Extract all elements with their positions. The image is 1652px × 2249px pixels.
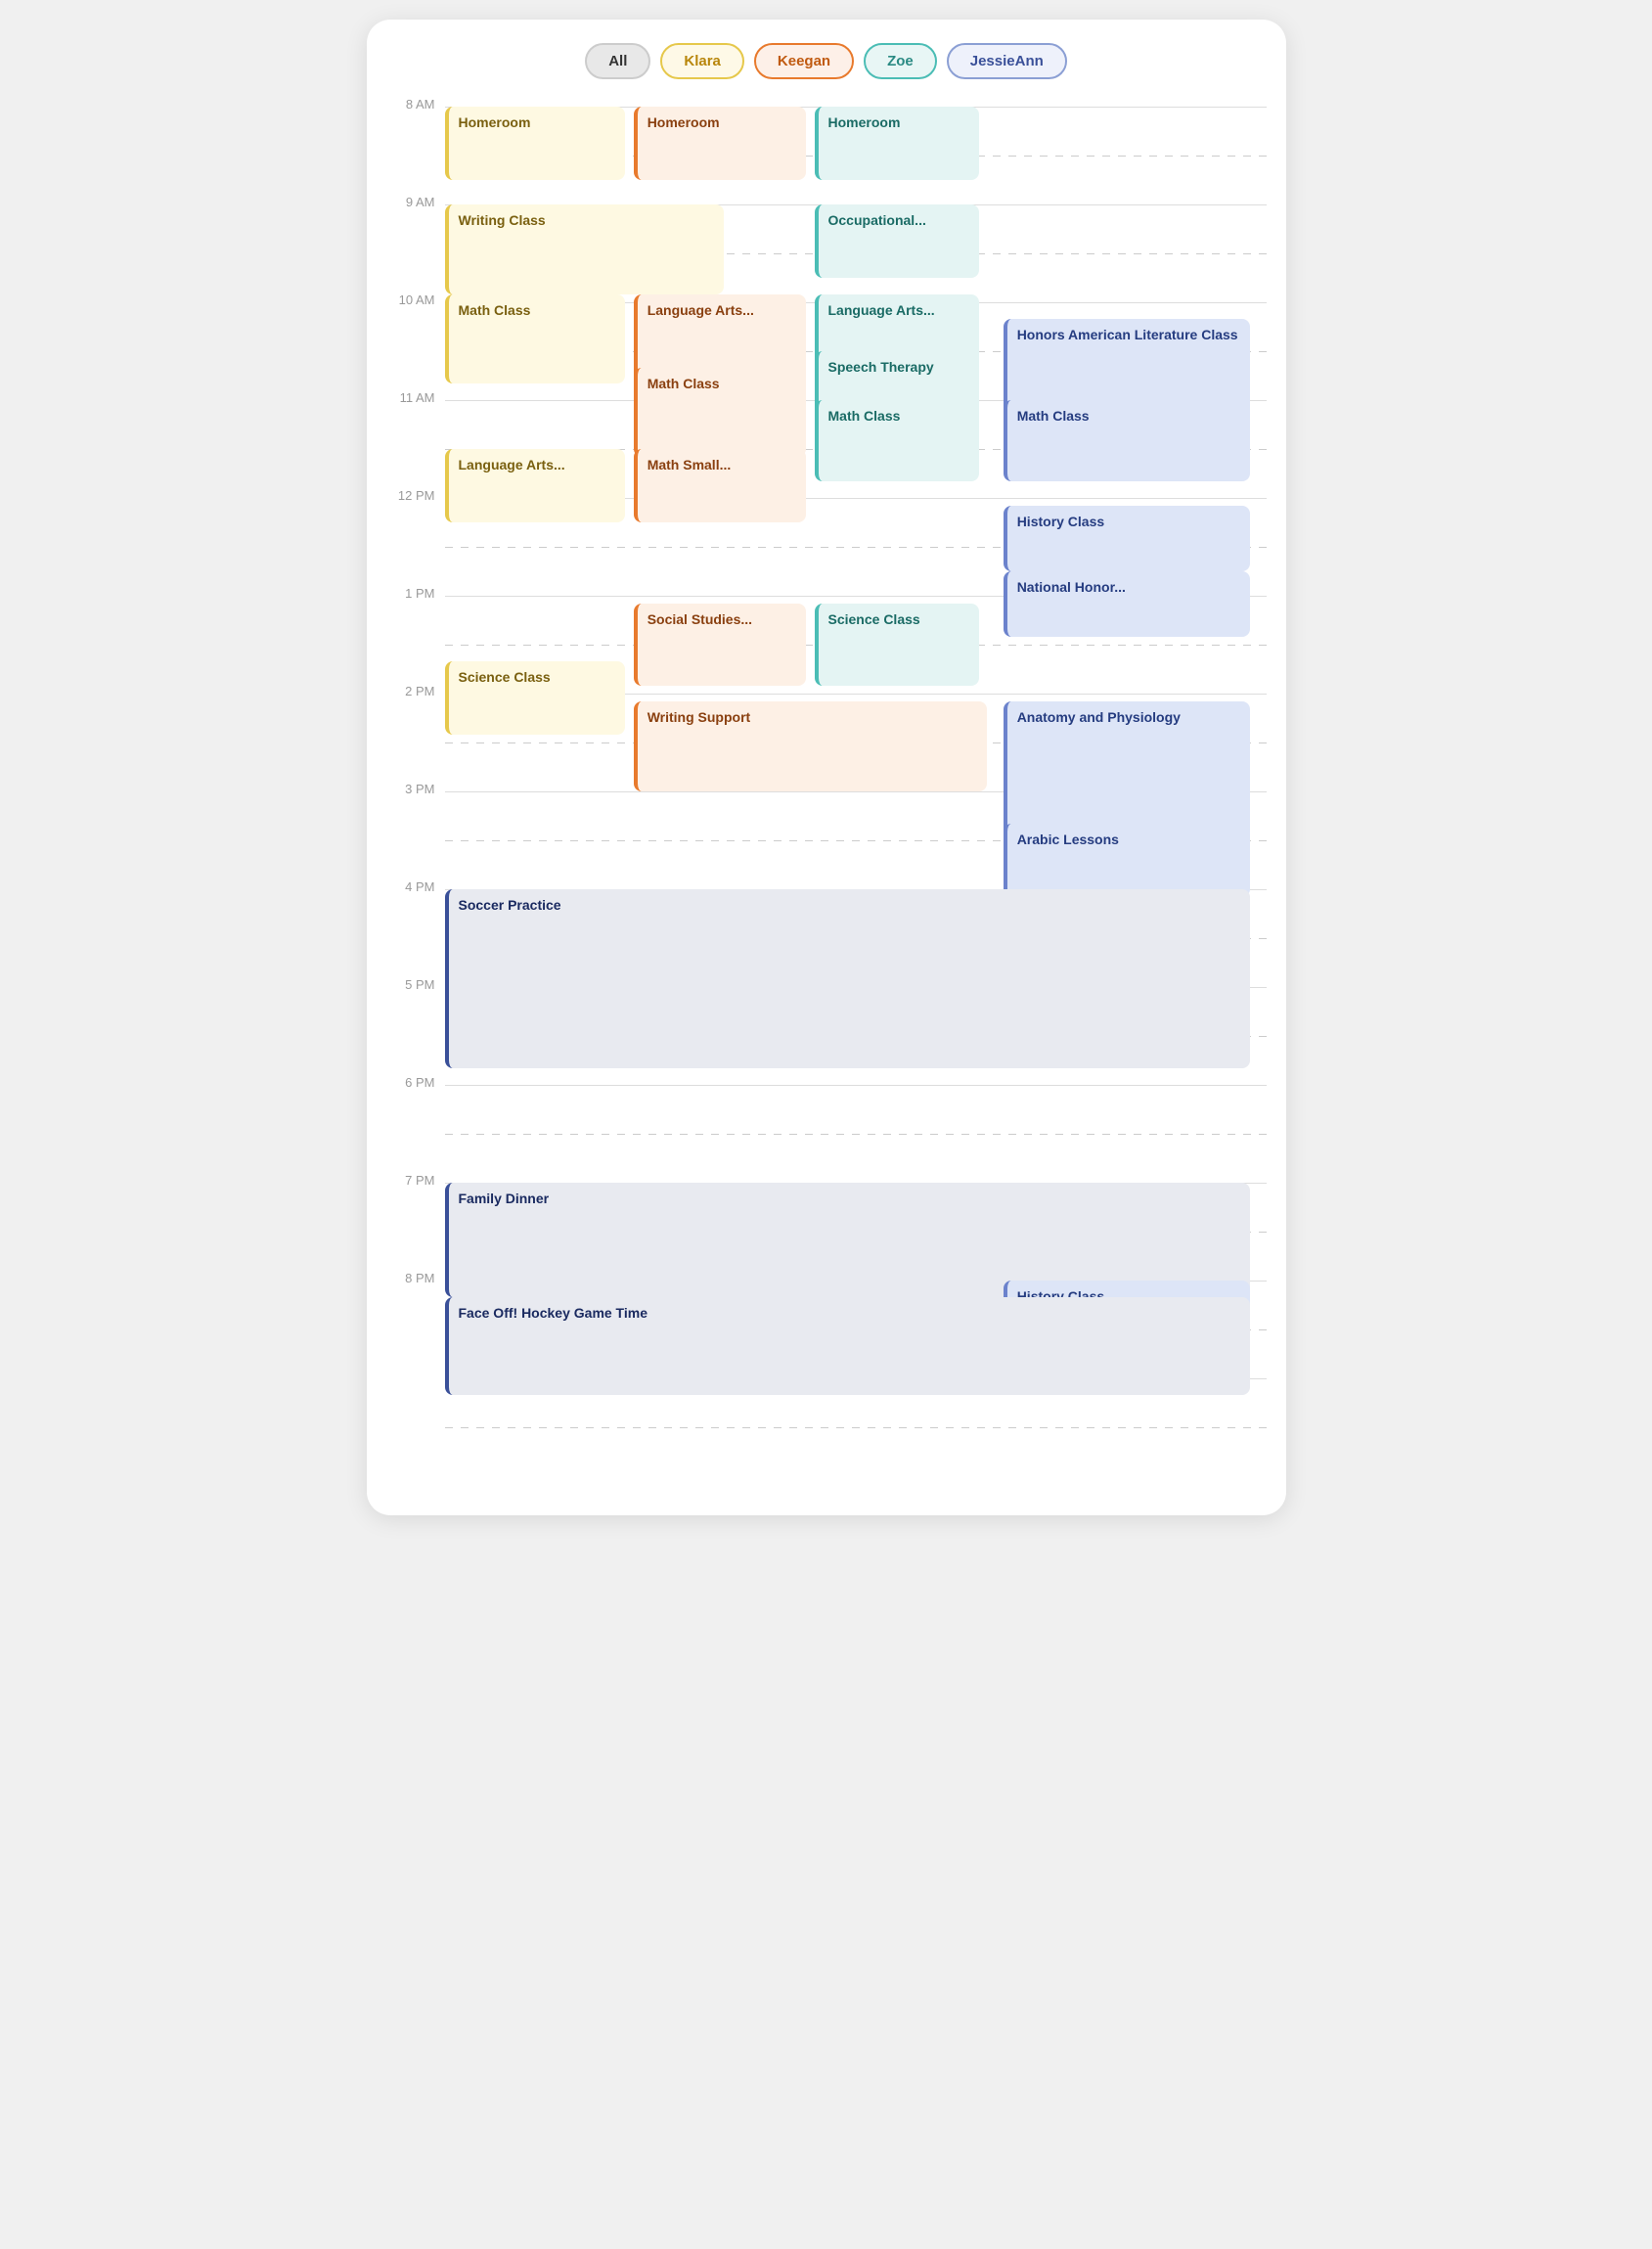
calendar: 8 AM9 AM10 AM11 AM12 PM1 PM2 PM3 PM4 PM5… <box>367 107 1286 1476</box>
hour-line-1 <box>445 204 1267 205</box>
hour-line-12 <box>445 1281 1267 1282</box>
hour-line-6 <box>445 694 1267 695</box>
hour-line-2 <box>445 302 1267 303</box>
hour-row-8: 4 PM <box>445 889 1267 987</box>
hour-line-9 <box>445 987 1267 988</box>
hour-label-0: 8 AM <box>377 97 435 112</box>
half-line-10 <box>445 1134 1267 1135</box>
filter-klara[interactable]: Klara <box>660 43 744 79</box>
filter-keegan[interactable]: Keegan <box>754 43 854 79</box>
hour-row-2: 10 AM <box>445 302 1267 400</box>
hour-label-2: 10 AM <box>377 292 435 307</box>
filter-all[interactable]: All <box>585 43 650 79</box>
half-line-3 <box>445 449 1267 450</box>
hours-container: 8 AM9 AM10 AM11 AM12 PM1 PM2 PM3 PM4 PM5… <box>445 107 1267 1476</box>
hour-row-7: 3 PM <box>445 791 1267 889</box>
half-line-7 <box>445 840 1267 841</box>
hour-line-4 <box>445 498 1267 499</box>
half-line-13 <box>445 1427 1267 1428</box>
hour-line-8 <box>445 889 1267 890</box>
half-line-0 <box>445 156 1267 157</box>
hour-label-3: 11 AM <box>377 390 435 405</box>
half-line-4 <box>445 547 1267 548</box>
half-line-5 <box>445 645 1267 646</box>
hour-row-4: 12 PM <box>445 498 1267 596</box>
hour-row-1: 9 AM <box>445 204 1267 302</box>
hour-line-10 <box>445 1085 1267 1086</box>
hour-label-7: 3 PM <box>377 782 435 796</box>
calendar-wrapper: 8 AM9 AM10 AM11 AM12 PM1 PM2 PM3 PM4 PM5… <box>367 107 1286 1476</box>
half-line-6 <box>445 742 1267 743</box>
hour-row-12: 8 PM <box>445 1281 1267 1378</box>
hour-row-10: 6 PM <box>445 1085 1267 1183</box>
half-line-1 <box>445 253 1267 254</box>
filter-jessieann[interactable]: JessieAnn <box>947 43 1067 79</box>
hour-label-6: 2 PM <box>377 684 435 698</box>
hour-line-0 <box>445 107 1267 108</box>
hour-label-9: 5 PM <box>377 977 435 992</box>
hour-row-9: 5 PM <box>445 987 1267 1085</box>
hour-row-11: 7 PM <box>445 1183 1267 1281</box>
hour-line-3 <box>445 400 1267 401</box>
hour-label-8: 4 PM <box>377 879 435 894</box>
half-line-11 <box>445 1232 1267 1233</box>
half-line-8 <box>445 938 1267 939</box>
half-line-2 <box>445 351 1267 352</box>
hour-row-5: 1 PM <box>445 596 1267 694</box>
hour-row-0: 8 AM <box>445 107 1267 204</box>
hour-line-7 <box>445 791 1267 792</box>
hour-label-5: 1 PM <box>377 586 435 601</box>
hour-line-13 <box>445 1378 1267 1379</box>
hour-label-10: 6 PM <box>377 1075 435 1090</box>
hour-row-13 <box>445 1378 1267 1476</box>
hour-label-11: 7 PM <box>377 1173 435 1188</box>
half-line-12 <box>445 1329 1267 1330</box>
hour-line-11 <box>445 1183 1267 1184</box>
hour-label-1: 9 AM <box>377 195 435 209</box>
half-line-9 <box>445 1036 1267 1037</box>
hour-row-3: 11 AM <box>445 400 1267 498</box>
filter-bar: All Klara Keegan Zoe JessieAnn <box>367 43 1286 79</box>
hour-label-12: 8 PM <box>377 1271 435 1285</box>
app-container: All Klara Keegan Zoe JessieAnn 8 AM9 AM1… <box>367 20 1286 1515</box>
hour-row-6: 2 PM <box>445 694 1267 791</box>
hour-label-4: 12 PM <box>377 488 435 503</box>
filter-zoe[interactable]: Zoe <box>864 43 937 79</box>
hour-line-5 <box>445 596 1267 597</box>
